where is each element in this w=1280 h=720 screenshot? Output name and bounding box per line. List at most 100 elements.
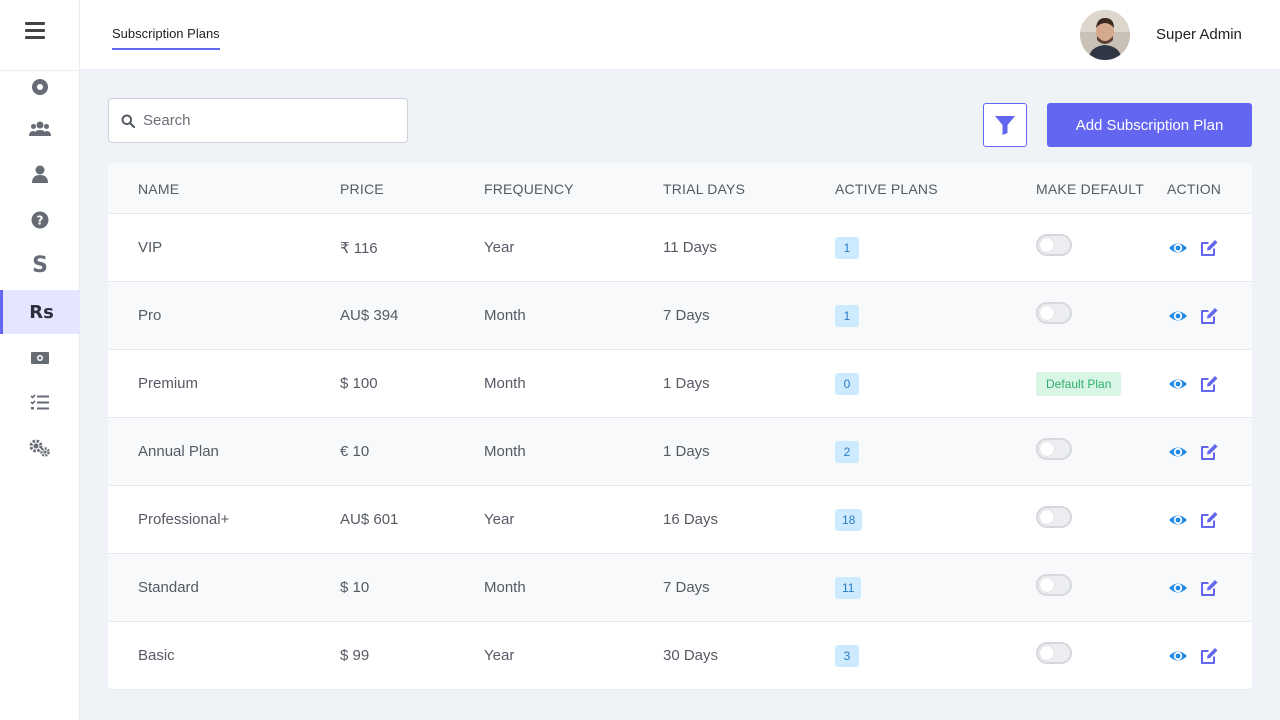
cell-frequency: Year	[484, 239, 515, 256]
cell-trial-days: 7 Days	[663, 579, 710, 596]
filter-icon	[995, 116, 1015, 135]
table-row: Premium $ 100 Month 1 Days 0 Default Plan	[108, 350, 1252, 418]
view-eye-icon[interactable]	[1168, 374, 1188, 394]
cell-price: AU$ 601	[340, 511, 399, 528]
avatar[interactable]	[1080, 10, 1130, 60]
cell-plan-name: Professional+	[138, 511, 230, 528]
cell-plan-name: VIP	[138, 239, 163, 256]
user-icon	[32, 165, 48, 183]
column-header-trial-days: TRIAL DAYS	[663, 181, 746, 197]
cell-price: € 10	[340, 443, 370, 460]
default-plan-tag: Default Plan	[1036, 372, 1122, 396]
subscription-plans-table: NAME PRICE FREQUENCY TRIAL DAYS ACTIVE P…	[108, 163, 1252, 690]
circle-dot-icon	[32, 79, 48, 95]
cell-plan-name: Annual Plan	[138, 443, 219, 460]
make-default-toggle[interactable]	[1036, 574, 1072, 596]
cell-price: $ 100	[340, 375, 378, 392]
cell-trial-days: 16 Days	[663, 511, 719, 528]
make-default-toggle[interactable]	[1036, 506, 1072, 528]
make-default-toggle[interactable]	[1036, 642, 1072, 664]
cell-frequency: Month	[484, 375, 526, 392]
cell-plan-name: Pro	[138, 307, 162, 324]
active-plans-badge: 3	[835, 645, 859, 667]
cell-plan-name: Basic	[138, 647, 175, 664]
active-plans-badge: 2	[835, 441, 859, 463]
table-row: VIP ₹ 116 Year 11 Days 1	[108, 214, 1252, 282]
search-icon	[121, 114, 135, 128]
column-header-name: NAME	[138, 181, 180, 197]
cell-frequency: Month	[484, 307, 526, 324]
view-eye-icon[interactable]	[1168, 510, 1188, 530]
top-header: Subscription Plans Super Admin	[80, 0, 1280, 70]
table-row: Standard $ 10 Month 7 Days 11	[108, 554, 1252, 622]
column-header-price: PRICE	[340, 181, 384, 197]
cell-frequency: Year	[484, 511, 515, 528]
sidebar-item-money[interactable]	[0, 336, 80, 380]
edit-icon[interactable]	[1199, 578, 1219, 598]
make-default-toggle[interactable]	[1036, 234, 1072, 256]
table-row: Pro AU$ 394 Month 7 Days 1	[108, 282, 1252, 350]
svg-text:?: ?	[37, 214, 44, 228]
hamburger-menu-icon[interactable]	[25, 22, 45, 42]
table-header: NAME PRICE FREQUENCY TRIAL DAYS ACTIVE P…	[108, 163, 1252, 214]
gears-icon	[29, 439, 50, 457]
view-eye-icon[interactable]	[1168, 578, 1188, 598]
cell-price: ₹ 116	[340, 240, 378, 257]
cell-price: $ 99	[340, 647, 370, 664]
column-header-active-plans: ACTIVE PLANS	[835, 181, 938, 197]
rupee-icon: Rs	[29, 301, 54, 323]
cell-trial-days: 1 Days	[663, 375, 710, 392]
dollar-icon: S	[32, 252, 48, 278]
table-row: Basic $ 99 Year 30 Days 3	[108, 622, 1252, 690]
cell-price: $ 10	[340, 579, 370, 596]
make-default-toggle[interactable]	[1036, 438, 1072, 460]
active-plans-badge: 1	[835, 237, 859, 259]
cell-price: AU$ 394	[340, 307, 399, 324]
cell-frequency: Year	[484, 647, 515, 664]
view-eye-icon[interactable]	[1168, 442, 1188, 462]
cell-trial-days: 30 Days	[663, 647, 719, 664]
active-plans-badge: 11	[835, 577, 862, 599]
user-name[interactable]: Super Admin	[1156, 26, 1242, 43]
question-circle-icon: ?	[31, 211, 49, 229]
view-eye-icon[interactable]	[1168, 646, 1188, 666]
sidebar-item-rupee[interactable]: Rs	[0, 290, 80, 334]
edit-icon[interactable]	[1199, 442, 1219, 462]
active-plans-badge: 1	[835, 305, 859, 327]
view-eye-icon[interactable]	[1168, 306, 1188, 326]
edit-icon[interactable]	[1199, 238, 1219, 258]
cell-frequency: Month	[484, 443, 526, 460]
edit-icon[interactable]	[1199, 306, 1219, 326]
sidebar-item-dollar[interactable]: S	[0, 243, 80, 287]
column-header-action: ACTION	[1167, 181, 1222, 197]
table-row: Annual Plan € 10 Month 1 Days 2	[108, 418, 1252, 486]
cell-trial-days: 7 Days	[663, 307, 710, 324]
search-input[interactable]	[143, 112, 383, 129]
cell-plan-name: Standard	[138, 579, 199, 596]
sidebar-item-settings[interactable]	[0, 426, 80, 470]
edit-icon[interactable]	[1199, 374, 1219, 394]
sidebar-item-user[interactable]	[0, 152, 80, 196]
edit-icon[interactable]	[1199, 510, 1219, 530]
column-header-frequency: FREQUENCY	[484, 181, 574, 197]
sidebar-item-dashboard[interactable]	[0, 65, 80, 109]
cell-plan-name: Premium	[138, 375, 199, 392]
active-plans-badge: 0	[835, 373, 859, 395]
sidebar-item-help[interactable]: ?	[0, 198, 80, 242]
sidebar-item-users-group[interactable]	[0, 107, 80, 151]
tab-subscription-plans[interactable]: Subscription Plans	[112, 26, 220, 50]
sidebar-item-tasks[interactable]	[0, 380, 80, 424]
money-bill-icon	[31, 352, 49, 364]
add-subscription-plan-button[interactable]: Add Subscription Plan	[1047, 103, 1252, 147]
cell-frequency: Month	[484, 579, 526, 596]
make-default-toggle[interactable]	[1036, 302, 1072, 324]
search-box[interactable]	[108, 98, 408, 143]
table-row: Professional+ AU$ 601 Year 16 Days 18	[108, 486, 1252, 554]
sidebar: ? S Rs	[0, 0, 80, 720]
cell-trial-days: 1 Days	[663, 443, 710, 460]
cell-trial-days: 11 Days	[663, 239, 717, 256]
view-eye-icon[interactable]	[1168, 238, 1188, 258]
filter-button[interactable]	[983, 103, 1027, 147]
edit-icon[interactable]	[1199, 646, 1219, 666]
column-header-make-default: MAKE DEFAULT	[1036, 181, 1144, 197]
